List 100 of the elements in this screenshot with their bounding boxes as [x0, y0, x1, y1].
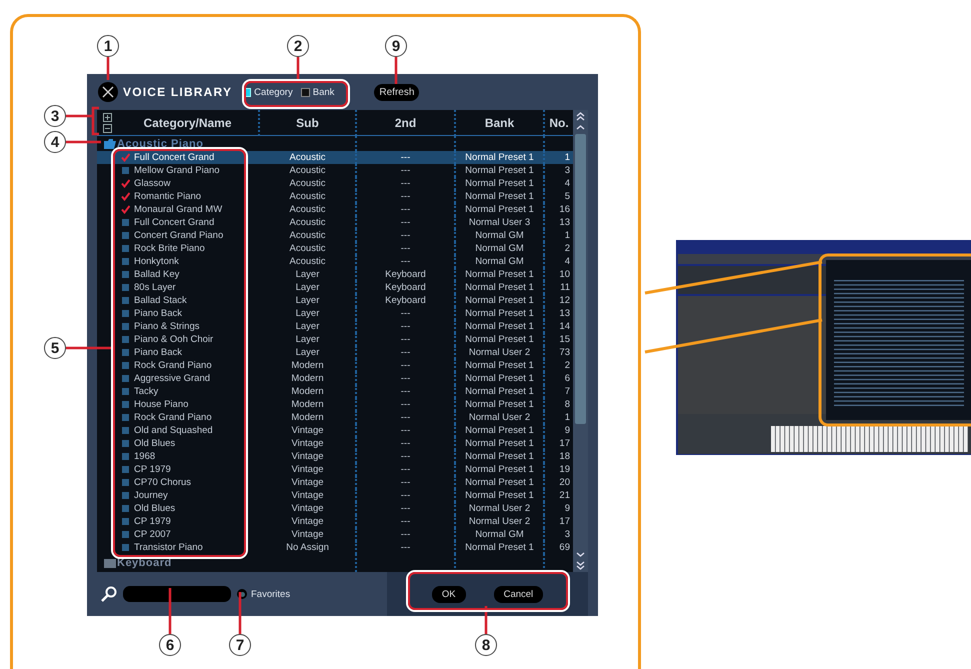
voice-name[interactable]: Full Concert Grand	[134, 217, 214, 228]
unchecked-box-icon[interactable]	[121, 335, 130, 344]
list-row[interactable]: Piano & Strings Layer --- Normal Preset 1 14	[97, 320, 573, 333]
voice-name[interactable]: Journey	[134, 490, 168, 501]
unchecked-box-icon[interactable]	[121, 543, 130, 552]
scroll-up-icon[interactable]	[575, 110, 586, 132]
unchecked-box-icon[interactable]	[121, 478, 130, 487]
voice-name[interactable]: Tacky	[134, 386, 158, 397]
voice-name[interactable]: Monaural Grand MW	[134, 204, 222, 215]
list-row[interactable]: CP70 Chorus Vintage --- Normal Preset 1 20	[97, 476, 573, 489]
voice-name[interactable]: Ballad Stack	[134, 295, 187, 306]
list-row[interactable]: Glassow Acoustic --- Normal Preset 1 4	[97, 177, 573, 190]
view-mode-option[interactable]: Category	[242, 86, 293, 98]
unchecked-box-icon[interactable]	[121, 218, 130, 227]
unchecked-box-icon[interactable]	[121, 283, 130, 292]
list-row[interactable]: Old Blues Vintage --- Normal Preset 1 17	[97, 437, 573, 450]
unchecked-box-icon[interactable]	[121, 530, 130, 539]
ok-button[interactable]: OK	[432, 586, 466, 602]
list-row[interactable]: Full Concert Grand Acoustic --- Normal User 3 13	[97, 216, 573, 229]
list-row[interactable]: Piano & Ooh Choir Layer --- Normal Preset 1 15	[97, 333, 573, 346]
list-row[interactable]: Honkytonk Acoustic --- Normal GM 4	[97, 255, 573, 268]
voice-name[interactable]: Rock Grand Piano	[134, 360, 212, 371]
unchecked-box-icon[interactable]	[121, 322, 130, 331]
list-row[interactable]: Old and Squashed Vintage --- Normal Preset 1 9	[97, 424, 573, 437]
collapse-all-icon[interactable]	[102, 124, 112, 132]
unchecked-box-icon[interactable]	[121, 348, 130, 357]
voice-name[interactable]: Old and Squashed	[134, 425, 213, 436]
voice-name[interactable]: Aggressive Grand	[134, 373, 210, 384]
voice-name[interactable]: Piano Back	[134, 347, 182, 358]
voice-name[interactable]: CP70 Chorus	[134, 477, 192, 488]
list-row[interactable]: Journey Vintage --- Normal Preset 1 21	[97, 489, 573, 502]
voice-name[interactable]: CP 2007	[134, 529, 171, 540]
list-row[interactable]: Rock Brite Piano Acoustic --- Normal GM 2	[97, 242, 573, 255]
voice-name[interactable]: 80s Layer	[134, 282, 176, 293]
voice-name[interactable]: House Piano	[134, 399, 188, 410]
scrollbar-thumb[interactable]	[575, 134, 586, 424]
list-row[interactable]: Concert Grand Piano Acoustic --- Normal GM 1	[97, 229, 573, 242]
unchecked-box-icon[interactable]	[121, 465, 130, 474]
unchecked-box-icon[interactable]	[121, 166, 130, 175]
checkmark-icon[interactable]	[121, 179, 130, 188]
list-row[interactable]: CP 2007 Vintage --- Normal GM 3	[97, 528, 573, 541]
unchecked-box-icon[interactable]	[121, 400, 130, 409]
column-header[interactable]: Category/Name	[117, 110, 260, 136]
column-header[interactable]: Sub	[260, 110, 357, 136]
unchecked-box-icon[interactable]	[121, 387, 130, 396]
list-row[interactable]: House Piano Modern --- Normal Preset 1 8	[97, 398, 573, 411]
voice-name[interactable]: Full Concert Grand	[134, 152, 214, 163]
search-field[interactable]	[123, 586, 231, 602]
view-mode-option[interactable]: Bank	[300, 86, 334, 98]
list-row[interactable]: 1968 Vintage --- Normal Preset 1 18	[97, 450, 573, 463]
voice-name[interactable]: Old Blues	[134, 438, 176, 449]
voice-name[interactable]: Rock Brite Piano	[134, 243, 205, 254]
voice-name[interactable]: Ballad Key	[134, 269, 180, 280]
list-row[interactable]: Mellow Grand Piano Acoustic --- Normal Preset 1 3	[97, 164, 573, 177]
unchecked-box-icon[interactable]	[121, 491, 130, 500]
voice-name[interactable]: Piano & Ooh Choir	[134, 334, 214, 345]
list-row[interactable]: Aggressive Grand Modern --- Normal Preset 1 6	[97, 372, 573, 385]
list-row[interactable]: Tacky Modern --- Normal Preset 1 7	[97, 385, 573, 398]
voice-name[interactable]: Old Blues	[134, 503, 176, 514]
list-row[interactable]: Monaural Grand MW Acoustic --- Normal Preset 1 16	[97, 203, 573, 216]
unchecked-box-icon[interactable]	[121, 504, 130, 513]
list-row[interactable]: Piano Back Layer --- Normal Preset 1 13	[97, 307, 573, 320]
expand-all-icon[interactable]	[102, 112, 112, 122]
voice-name[interactable]: Transistor Piano	[134, 542, 203, 553]
voice-name[interactable]: Glassow	[134, 178, 170, 189]
group-name[interactable]: Keyboard	[117, 554, 260, 572]
list-row[interactable]: Full Concert Grand Acoustic --- Normal Preset 1 1	[97, 151, 573, 164]
list-row[interactable]: Ballad Stack Layer Keyboard Normal Preset 1 12	[97, 294, 573, 307]
list-row[interactable]: Romantic Piano Acoustic --- Normal Preset 1 5	[97, 190, 573, 203]
voice-name[interactable]: Piano & Strings	[134, 321, 200, 332]
voice-name[interactable]: CP 1979	[134, 464, 171, 475]
list-row[interactable]: Rock Grand Piano Modern --- Normal User 2 1	[97, 411, 573, 424]
column-header[interactable]: Bank	[456, 110, 545, 136]
unchecked-box-icon[interactable]	[121, 426, 130, 435]
voice-name[interactable]: CP 1979	[134, 516, 171, 527]
voice-name[interactable]: 1968	[134, 451, 156, 462]
checkmark-icon[interactable]	[121, 205, 130, 214]
list-row[interactable]: Old Blues Vintage --- Normal User 2 9	[97, 502, 573, 515]
voice-name[interactable]: Honkytonk	[134, 256, 179, 267]
voice-name[interactable]: Mellow Grand Piano	[134, 165, 220, 176]
unchecked-box-icon[interactable]	[121, 309, 130, 318]
list-row[interactable]: Piano Back Layer --- Normal User 2 73	[97, 346, 573, 359]
list-row[interactable]: CP 1979 Vintage --- Normal User 2 17	[97, 515, 573, 528]
list-row[interactable]: CP 1979 Vintage --- Normal Preset 1 19	[97, 463, 573, 476]
checkmark-icon[interactable]	[121, 192, 130, 201]
list-row[interactable]: 80s Layer Layer Keyboard Normal Preset 1 11	[97, 281, 573, 294]
checkmark-icon[interactable]	[121, 153, 130, 162]
cancel-button[interactable]: Cancel	[494, 586, 544, 602]
list-row[interactable]: Rock Grand Piano Modern --- Normal Preset 1 2	[97, 359, 573, 372]
voice-name[interactable]: Piano Back	[134, 308, 182, 319]
column-header[interactable]: 2nd	[357, 110, 456, 136]
group-name[interactable]: Acoustic Piano	[117, 136, 260, 151]
unchecked-box-icon[interactable]	[121, 439, 130, 448]
list-row[interactable]: Ballad Key Layer Keyboard Normal Preset 1 10	[97, 268, 573, 281]
unchecked-box-icon[interactable]	[121, 374, 130, 383]
unchecked-box-icon[interactable]	[121, 452, 130, 461]
unchecked-box-icon[interactable]	[121, 296, 130, 305]
refresh-button[interactable]: Refresh	[374, 84, 420, 100]
folder-icon[interactable]	[104, 138, 117, 148]
voice-name[interactable]: Concert Grand Piano	[134, 230, 224, 241]
